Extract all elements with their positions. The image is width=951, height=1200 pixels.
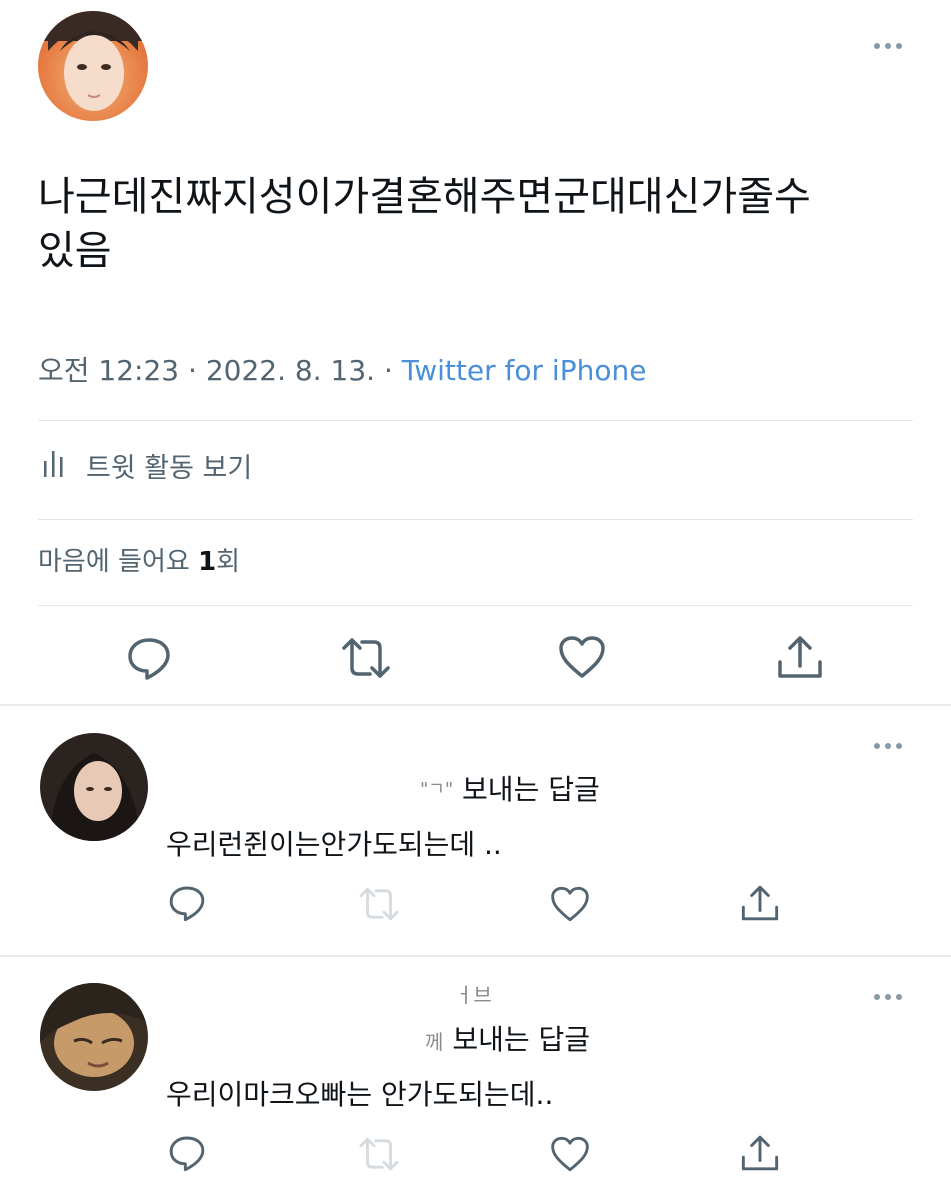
section-divider: [0, 955, 951, 957]
reply-text: 우리이마크오빠는 안가도되는데..: [166, 1078, 554, 1111]
tweet-meta: 오전 12:23 · 2022. 8. 13. · Twitter for iP…: [38, 353, 646, 389]
reply-to-line: 께 보내는 답글: [425, 1022, 590, 1060]
divider: [38, 519, 913, 520]
divider: [38, 420, 913, 421]
section-divider: [0, 704, 951, 706]
retweet-icon[interactable]: [338, 634, 394, 682]
more-options-icon[interactable]: [874, 994, 902, 1000]
more-options-icon[interactable]: [874, 43, 902, 49]
like-icon[interactable]: [549, 1135, 591, 1173]
analytics-icon: [38, 447, 68, 483]
likes-count-link[interactable]: 마음에 들어요 1회: [38, 544, 240, 580]
reply-icon[interactable]: [167, 1133, 207, 1173]
retweet-icon: [356, 884, 402, 924]
reply-to-line: "ㄱ" 보내는 답글: [420, 772, 600, 808]
reply-to-label: 보내는 답글: [452, 1023, 591, 1056]
tweet-activity-label: 트윗 활동 보기: [86, 452, 253, 484]
divider: [38, 605, 913, 606]
likes-label: 마음에 들어요: [38, 547, 190, 577]
reply-icon[interactable]: [167, 883, 207, 923]
meta-dot: ·: [188, 354, 197, 387]
reply-to-fragment[interactable]: 께: [425, 1030, 443, 1054]
retweet-icon: [356, 1134, 402, 1174]
like-icon[interactable]: [549, 885, 591, 923]
share-icon[interactable]: [776, 632, 824, 682]
author-avatar[interactable]: [38, 11, 148, 121]
tweet-activity-link[interactable]: 트윗 활동 보기: [38, 445, 252, 485]
tweet-source-link[interactable]: Twitter for iPhone: [402, 354, 647, 387]
share-icon[interactable]: [740, 1132, 780, 1174]
reply-icon[interactable]: [125, 634, 173, 682]
more-options-icon[interactable]: [874, 743, 902, 749]
reply-to-label: 보내는 답글: [462, 773, 600, 806]
meta-dot: ·: [383, 354, 393, 387]
like-icon[interactable]: [557, 634, 607, 680]
likes-count: 1: [198, 547, 217, 577]
reply-to-fragment[interactable]: "ㄱ": [420, 779, 453, 800]
reply-text: 우리런쥔이는안가도되는데 ..: [166, 828, 502, 861]
reply-avatar[interactable]: [40, 983, 148, 1091]
tweet-date: 2022. 8. 13.: [205, 354, 376, 387]
reply-author-name[interactable]: ㅓ브: [455, 979, 492, 1008]
tweet-text: 나근데진짜지성이가결혼해주면군대대신가줄수 있음: [38, 170, 918, 278]
likes-suffix: 회: [216, 547, 241, 577]
tweet-text-line-1: 나근데진짜지성이가결혼해주면군대대신가줄수: [38, 174, 811, 220]
tweet-text-line-2: 있음: [38, 228, 112, 274]
tweet-time: 오전 12:23: [38, 354, 180, 387]
share-icon[interactable]: [740, 882, 780, 924]
reply-avatar[interactable]: [40, 733, 148, 841]
